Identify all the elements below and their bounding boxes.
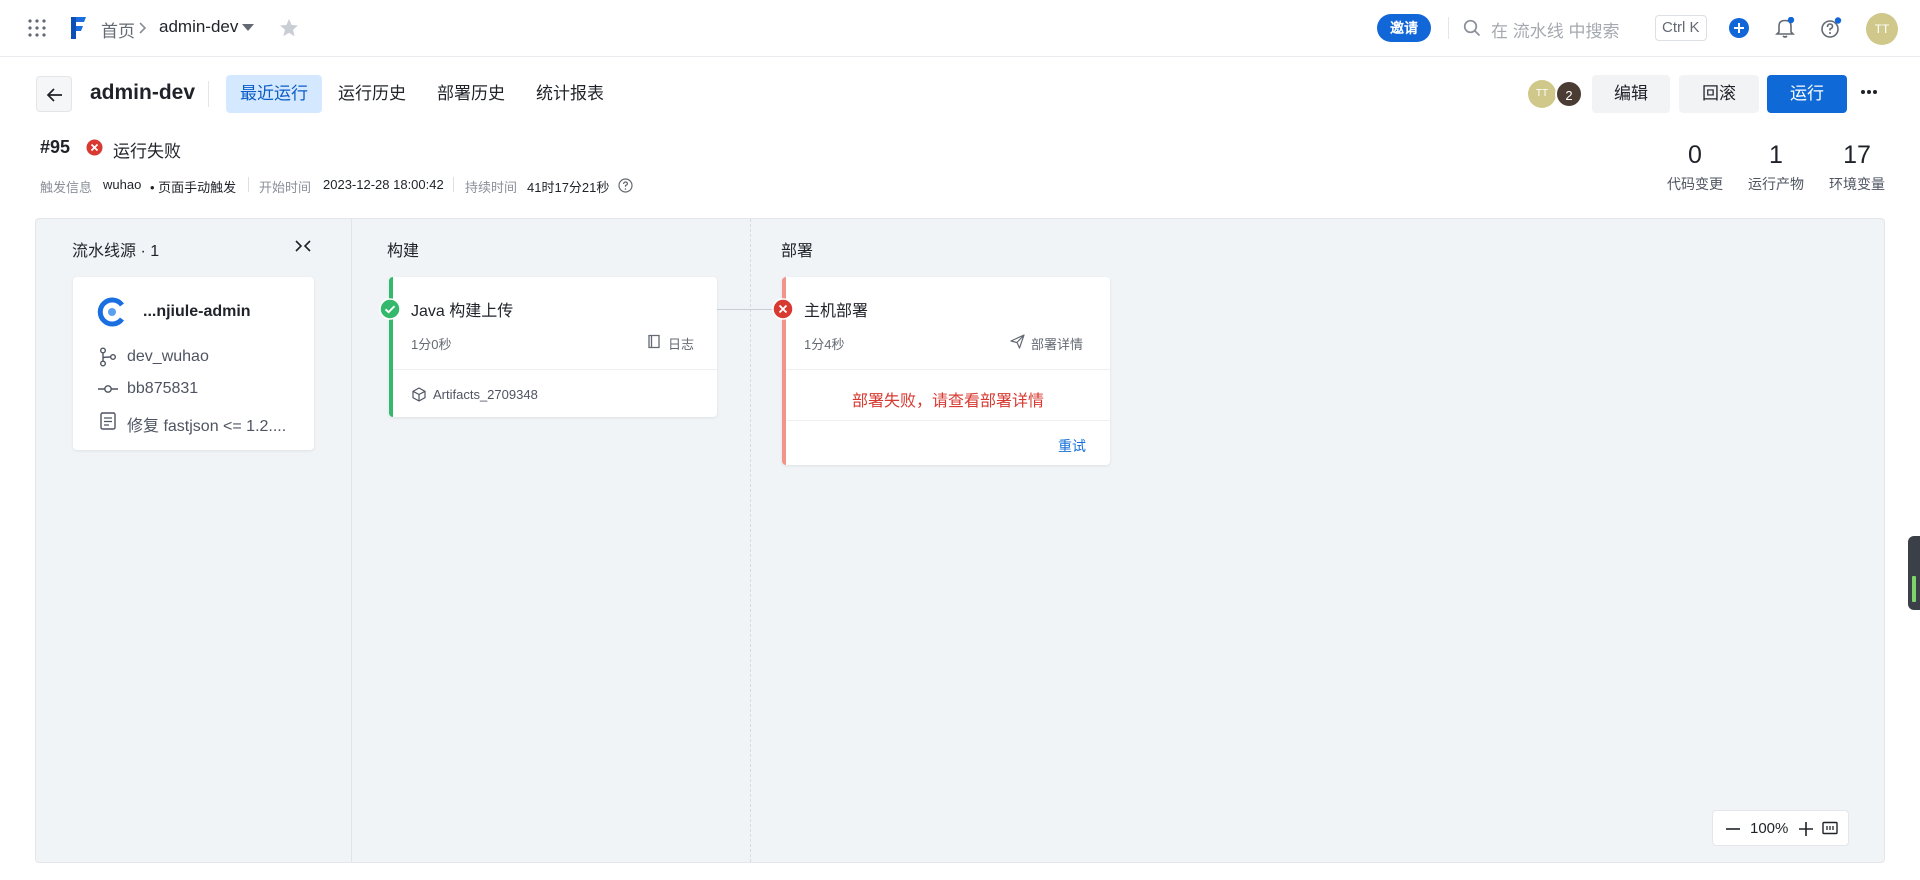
retry-button[interactable]: 重试 [1058, 436, 1086, 456]
page-title: admin-dev [90, 81, 196, 104]
trigger-user: wuhao [103, 177, 142, 192]
logo-icon[interactable] [68, 15, 88, 41]
source-branch: dev_wuhao [127, 348, 209, 365]
apps-grid-icon[interactable] [28, 19, 46, 37]
search-shortcut-badge: Ctrl K [1655, 15, 1707, 41]
repo-logo-icon [97, 297, 127, 327]
stat-code-changes-label: 代码变更 [1667, 176, 1723, 192]
deploy-fail-message: 部署失败，请查看部署详情 [851, 393, 1044, 410]
more-icon[interactable] [1860, 89, 1878, 95]
back-button[interactable] [36, 76, 72, 112]
source-card[interactable]: ...njiule-admin dev_wuhao bb875831 修复 fa… [73, 277, 314, 450]
divider [248, 177, 249, 192]
member-count-badge[interactable]: 2 [1555, 80, 1583, 108]
zoom-level: 100% [1750, 820, 1789, 837]
duration-label: 持续时间 [465, 180, 518, 195]
build-duration: 1分0秒 [411, 337, 452, 352]
caret-down-icon[interactable] [242, 24, 254, 32]
commit-icon [98, 384, 118, 394]
help-circle-icon[interactable] [618, 178, 633, 193]
tab-deploy-history[interactable]: 部署历史 [423, 75, 519, 113]
stat-artifacts-label: 运行产物 [1748, 176, 1804, 192]
run-number: #95 [40, 137, 71, 157]
deploy-job-name[interactable]: 主机部署 [804, 297, 868, 321]
deploy-job-card[interactable]: 主机部署 1分4秒 部署详情 部署失败，请查看部署详情 重试 [782, 277, 1110, 465]
source-commit-message: 修复 fastjson <= 1.2.... [127, 418, 287, 435]
error-status-icon [86, 139, 103, 156]
deploy-duration: 1分4秒 [804, 337, 845, 352]
tab-recent-runs[interactable]: 最近运行 [226, 75, 322, 113]
log-book-icon [647, 334, 661, 349]
source-column-divider [351, 219, 352, 862]
stage-divider [750, 219, 751, 862]
message-doc-icon [100, 412, 116, 430]
branch-icon [99, 347, 117, 367]
rollback-button[interactable]: 回滚 [1679, 75, 1759, 113]
build-stage-title: 构建 [387, 243, 420, 260]
trigger-method: • 页面手动触发 [150, 180, 237, 195]
duration: 41时17分21秒 [527, 180, 610, 195]
top-navbar: 首页 admin-dev 邀请 在 流水线 中搜索 Ctrl K TT [0, 0, 1920, 57]
breadcrumb-current[interactable]: admin-dev [159, 17, 238, 37]
build-job-card[interactable]: Java 构建上传 1分0秒 日志 Artifacts_2709348 [389, 277, 717, 417]
star-icon[interactable] [279, 18, 299, 38]
widget-level-indicator [1912, 576, 1916, 602]
start-time: 2023-12-28 18:00:42 [323, 177, 444, 192]
side-floating-widget[interactable] [1908, 536, 1920, 610]
invite-button[interactable]: 邀请 [1377, 14, 1431, 42]
search-input[interactable]: 在 流水线 中搜索 [1491, 17, 1619, 42]
bell-icon[interactable] [1775, 17, 1795, 39]
source-column-title: 流水线源 · 1 [72, 243, 160, 260]
stat-artifacts-value[interactable]: 1 [1746, 141, 1806, 170]
help-icon[interactable] [1820, 17, 1842, 39]
pipeline-canvas[interactable]: 流水线源 · 1 ...njiule-admin dev_wuhao bb875… [35, 218, 1885, 863]
tab-run-history[interactable]: 运行历史 [324, 75, 420, 113]
run-button[interactable]: 运行 [1767, 75, 1847, 113]
search-icon[interactable] [1463, 19, 1481, 37]
divider [208, 81, 209, 107]
edit-button[interactable]: 编辑 [1592, 75, 1670, 113]
build-job-name[interactable]: Java 构建上传 [411, 297, 513, 321]
stat-env-vars-label: 环境变量 [1829, 176, 1885, 192]
error-status-icon [772, 298, 794, 320]
zoom-controls: 100% [1712, 810, 1849, 846]
zoom-out-icon[interactable] [1725, 822, 1741, 836]
artifact-box-icon [412, 387, 426, 402]
create-plus-icon[interactable] [1729, 18, 1749, 38]
stat-code-changes-value[interactable]: 0 [1665, 141, 1725, 170]
arrow-left-icon [46, 88, 62, 102]
start-time-label: 开始时间 [259, 180, 312, 195]
deploy-detail-link[interactable]: 部署详情 [1031, 334, 1083, 353]
card-divider [786, 420, 1110, 421]
build-artifact[interactable]: Artifacts_2709348 [433, 387, 538, 402]
deploy-stage-title: 部署 [781, 243, 814, 260]
zoom-in-icon[interactable] [1798, 821, 1814, 837]
chevron-right-icon [138, 21, 148, 35]
divider [453, 177, 454, 192]
trigger-label: 触发信息 [40, 180, 93, 195]
user-avatar[interactable]: TT [1866, 13, 1898, 45]
card-divider [786, 369, 1110, 370]
send-paper-plane-icon [1010, 334, 1025, 349]
source-commit: bb875831 [127, 380, 199, 397]
repo-name: ...njiule-admin [143, 303, 251, 320]
card-divider [393, 369, 717, 370]
run-status: 运行失败 [113, 142, 181, 161]
stage-connector-line [717, 309, 779, 310]
divider [1448, 17, 1449, 39]
member-avatar[interactable]: TT [1528, 80, 1556, 108]
fit-view-icon[interactable] [1822, 821, 1838, 835]
build-log-link[interactable]: 日志 [668, 334, 694, 353]
tab-stats-report[interactable]: 统计报表 [522, 75, 618, 113]
stat-env-vars-value[interactable]: 17 [1827, 141, 1887, 170]
collapse-icon[interactable] [294, 239, 312, 253]
breadcrumb-home[interactable]: 首页 [101, 17, 135, 42]
success-status-icon [379, 298, 401, 320]
